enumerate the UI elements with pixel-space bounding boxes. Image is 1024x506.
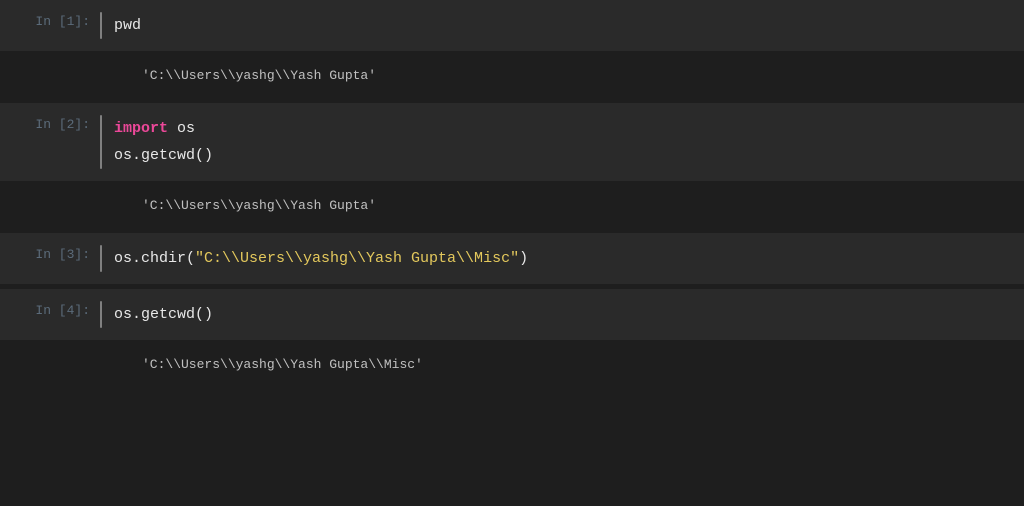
- cell-input[interactable]: In [4]: os.getcwd(): [0, 289, 1024, 341]
- notebook-container: In [1]: pwd 'C:\\Users\\yashg\\Yash Gupt…: [0, 0, 1024, 388]
- cell-input[interactable]: In [1]: pwd: [0, 0, 1024, 52]
- prompt-area: In [1]:: [0, 8, 100, 43]
- cell-output: 'C:\\Users\\yashg\\Yash Gupta': [0, 52, 1024, 99]
- cell-input[interactable]: In [2]: import osos.getcwd(): [0, 103, 1024, 182]
- output-prompt-area: [0, 194, 100, 217]
- output-text: 'C:\\Users\\yashg\\Yash Gupta': [112, 68, 1024, 83]
- code-area[interactable]: os.getcwd(): [102, 297, 1024, 332]
- cell-4: In [4]: os.getcwd() 'C:\\Users\\yashg\\Y…: [0, 289, 1024, 388]
- code-area[interactable]: pwd: [102, 8, 1024, 43]
- cell-output: 'C:\\Users\\yashg\\Yash Gupta\\Misc': [0, 341, 1024, 388]
- output-text: 'C:\\Users\\yashg\\Yash Gupta\\Misc': [112, 357, 1024, 372]
- output-prompt-area: [0, 353, 100, 376]
- cell-input[interactable]: In [3]: os.chdir("C:\\Users\\yashg\\Yash…: [0, 233, 1024, 285]
- output-text: 'C:\\Users\\yashg\\Yash Gupta': [112, 198, 1024, 213]
- cell-1: In [1]: pwd 'C:\\Users\\yashg\\Yash Gupt…: [0, 0, 1024, 99]
- prompt-area: In [3]:: [0, 241, 100, 276]
- output-prompt-area: [0, 64, 100, 87]
- input-prompt: In [1]:: [35, 14, 90, 29]
- code-content: import osos.getcwd(): [114, 115, 1024, 169]
- cell-2: In [2]: import osos.getcwd() 'C:\\Users\…: [0, 103, 1024, 229]
- code-content: os.getcwd(): [114, 301, 1024, 328]
- input-prompt: In [4]:: [35, 303, 90, 318]
- prompt-area: In [4]:: [0, 297, 100, 332]
- input-prompt: In [2]:: [35, 117, 90, 132]
- input-prompt: In [3]:: [35, 247, 90, 262]
- code-area[interactable]: import osos.getcwd(): [102, 111, 1024, 173]
- cell-output: 'C:\\Users\\yashg\\Yash Gupta': [0, 182, 1024, 229]
- prompt-area: In [2]:: [0, 111, 100, 173]
- code-content: os.chdir("C:\\Users\\yashg\\Yash Gupta\\…: [114, 245, 1024, 272]
- code-area[interactable]: os.chdir("C:\\Users\\yashg\\Yash Gupta\\…: [102, 241, 1024, 276]
- code-content: pwd: [114, 12, 1024, 39]
- cell-3: In [3]: os.chdir("C:\\Users\\yashg\\Yash…: [0, 233, 1024, 285]
